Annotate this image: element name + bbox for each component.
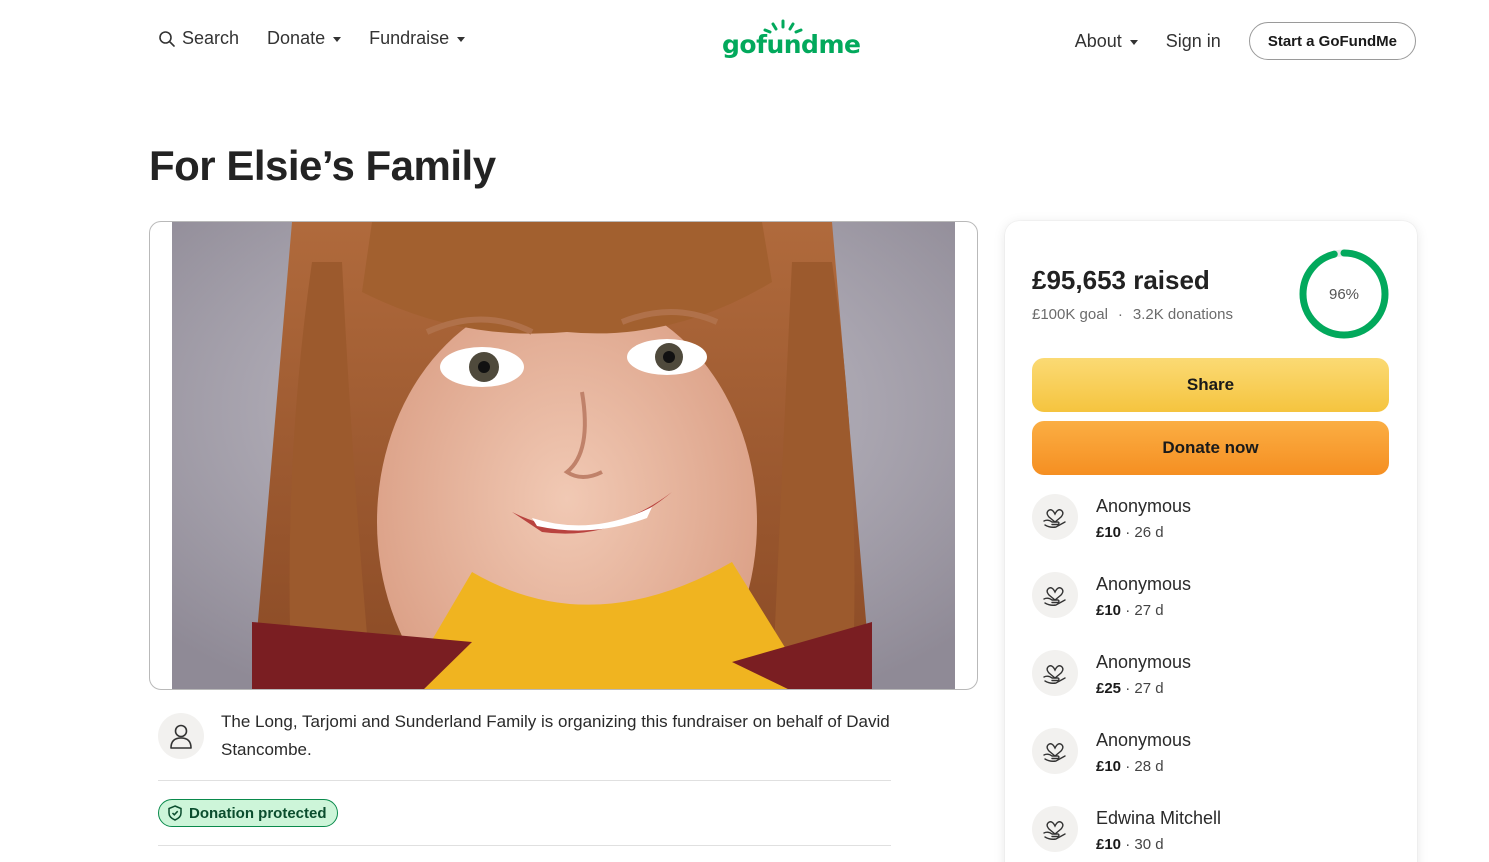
user-icon	[170, 724, 192, 749]
signin-link[interactable]: Sign in	[1166, 31, 1221, 52]
donation-count: 3.2K donations	[1132, 306, 1233, 323]
progress-ring: 96%	[1297, 247, 1391, 341]
heart-hand-icon	[1032, 572, 1078, 618]
heart-hand-icon	[1032, 806, 1078, 852]
donor-item: Anonymous £25 · 27 d	[1032, 650, 1392, 702]
donate-menu[interactable]: Donate	[267, 28, 342, 49]
caret-down-icon	[457, 37, 466, 42]
donor-item: Anonymous £10 · 28 d	[1032, 728, 1392, 780]
donor-amount: £10	[1096, 602, 1122, 619]
donor-time: · 26 d	[1125, 524, 1164, 541]
donor-item: Anonymous £10 · 27 d	[1032, 572, 1392, 624]
shield-icon	[168, 805, 182, 821]
donate-menu-label: Donate	[267, 28, 326, 48]
donor-time: · 27 d	[1125, 602, 1164, 619]
heart-hand-icon	[1032, 494, 1078, 540]
caret-down-icon	[1129, 39, 1138, 45]
donor-amount: £10	[1096, 836, 1122, 853]
donor-time: · 28 d	[1125, 758, 1164, 775]
amount-raised: £95,653 raised	[1032, 265, 1210, 295]
divider	[158, 845, 891, 846]
search-link[interactable]: Search	[158, 28, 239, 49]
gofundme-logo[interactable]: gofundme	[722, 18, 861, 64]
donor-info: £10 · 28 d	[1096, 758, 1164, 775]
donor-name: Anonymous	[1096, 496, 1192, 516]
logo-text: gofundme	[722, 30, 861, 59]
caret-down-icon	[333, 37, 342, 42]
page-title: For Elsie’s Family	[149, 142, 496, 189]
donor-info: £10 · 27 d	[1096, 602, 1164, 619]
donor-time: · 30 d	[1125, 836, 1164, 853]
donation-protected-label: Donation protected	[189, 804, 327, 822]
goal-meta: £100K goal · 3.2K donations	[1032, 306, 1233, 323]
nav-right: About Sign in Start a GoFundMe	[1075, 22, 1416, 60]
donor-info: £25 · 27 d	[1096, 680, 1164, 697]
goal-amount: £100K goal	[1032, 306, 1108, 323]
fundraise-menu-label: Fundraise	[369, 28, 450, 48]
donation-protected-badge[interactable]: Donation protected	[158, 799, 338, 827]
meta-separator: ·	[1117, 306, 1123, 323]
donor-info: £10 · 30 d	[1096, 836, 1164, 853]
donor-name: Anonymous	[1096, 730, 1192, 750]
donor-time: · 27 d	[1125, 680, 1164, 697]
campaign-photo	[172, 222, 955, 689]
donor-item: Edwina Mitchell £10 · 30 d	[1032, 806, 1392, 858]
donor-name: Edwina Mitchell	[1096, 808, 1222, 828]
donor-amount: £25	[1096, 680, 1122, 697]
donation-card: £95,653 raised £100K goal · 3.2K donatio…	[1005, 221, 1417, 862]
donor-amount: £10	[1096, 758, 1122, 775]
start-gofundme-button[interactable]: Start a GoFundMe	[1248, 22, 1416, 60]
share-button[interactable]: Share	[1032, 358, 1389, 412]
divider	[158, 780, 891, 781]
heart-hand-icon	[1032, 728, 1078, 774]
donor-info: £10 · 26 d	[1096, 524, 1164, 541]
heart-hand-icon	[1032, 650, 1078, 696]
search-label: Search	[182, 28, 240, 48]
donate-now-button[interactable]: Donate now	[1032, 421, 1389, 475]
donor-item: Anonymous £10 · 26 d	[1032, 494, 1392, 546]
fundraise-menu[interactable]: Fundraise	[369, 28, 466, 49]
progress-percent: 96%	[1328, 285, 1360, 303]
donor-amount: £10	[1096, 524, 1122, 541]
organizer-avatar	[158, 713, 204, 759]
about-menu[interactable]: About	[1075, 31, 1138, 52]
campaign-photo-frame[interactable]	[149, 221, 978, 690]
nav-left: Search Donate Fundraise	[158, 28, 466, 49]
organizer-text: The Long, Tarjomi and Sunderland Family …	[221, 712, 890, 759]
donor-name: Anonymous	[1096, 652, 1192, 672]
site-header: Search Donate Fundraise gofundme About S…	[0, 0, 1489, 82]
about-menu-label: About	[1074, 30, 1122, 51]
search-icon	[159, 30, 175, 47]
donor-name: Anonymous	[1096, 574, 1192, 594]
